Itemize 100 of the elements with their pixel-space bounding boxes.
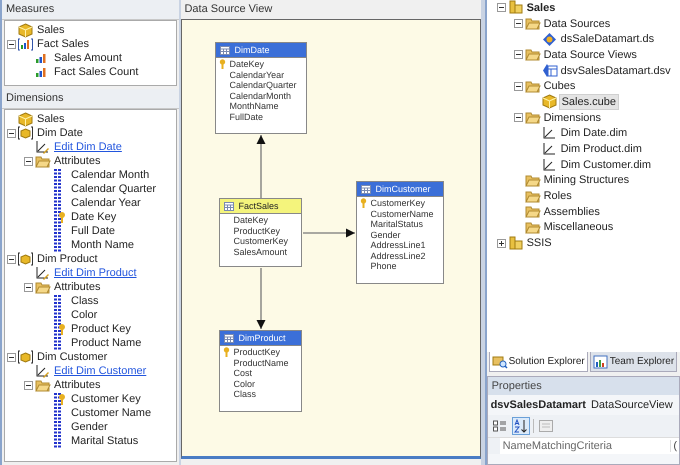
tree-item[interactable]: Full Date	[69, 224, 118, 238]
tree-item[interactable]: Data Source Views	[542, 48, 639, 62]
relationship-arrow	[256, 135, 266, 198]
tree-item[interactable]: Attributes	[52, 154, 102, 168]
column-name: SalesAmount	[233, 246, 287, 257]
table-box[interactable]: DimDate DateKey CalendarYear CalendarQuarter CalendarMonth MonthName FullDate	[215, 42, 308, 134]
table-name: DimProduct	[238, 333, 286, 343]
tree-item[interactable]: Dimensions	[542, 110, 604, 125]
tree-item[interactable]: Customer Key	[69, 392, 143, 406]
expander-icon[interactable]	[496, 238, 506, 248]
panel-tab[interactable]: Solution Explorer	[488, 352, 588, 372]
expander-icon[interactable]	[514, 19, 523, 28]
tree-item[interactable]: Data Sources	[542, 16, 612, 31]
table-box[interactable]: DimProduct ProductKey ProductName Cost Color Class	[219, 330, 302, 412]
tree-item[interactable]: dsvSalesDatamart.dsv	[558, 64, 673, 78]
table-box[interactable]: DimCustomer CustomerKey CustomerName MaritalStatus Gender AddressLine1 AddressLine2 Phone	[356, 181, 444, 284]
expander-icon[interactable]	[24, 282, 33, 292]
tree-item[interactable]: Calendar Quarter	[69, 182, 158, 196]
column-name: Gender	[370, 230, 400, 240]
alphabetical-button[interactable]	[512, 417, 530, 435]
tree-item[interactable]: Dim Customer	[35, 350, 110, 364]
chart-window-icon	[592, 354, 609, 368]
data-source-icon	[542, 32, 557, 47]
tree-item[interactable]: Customer Name	[69, 406, 154, 420]
column-name: Class	[233, 389, 256, 400]
tree-item[interactable]: Roles	[542, 189, 574, 204]
tree-item[interactable]: Attributes	[52, 280, 102, 294]
table-icon	[220, 46, 230, 54]
edit-link[interactable]: Edit Dim Customer	[52, 364, 148, 378]
tree-item[interactable]: SSIS	[524, 236, 554, 250]
expander-icon[interactable]	[7, 128, 16, 138]
object-name: dsvSalesDatamart	[490, 399, 586, 411]
tree-item[interactable]: Class	[69, 294, 101, 308]
relationship-arrow	[303, 228, 356, 238]
panel-title: Dimensions	[2, 89, 180, 109]
categorized-icon	[492, 420, 507, 432]
table-box[interactable]: FactSales DateKey ProductKey CustomerKey SalesAmount	[219, 198, 302, 267]
bar-chart-icon	[18, 38, 33, 50]
tree-item[interactable]: Miscellaneous	[542, 220, 616, 234]
tree-item[interactable]: Month Name	[69, 238, 136, 252]
expander-icon[interactable]	[7, 254, 16, 264]
column-name: CalendarMonth	[229, 90, 292, 101]
expander-icon[interactable]	[24, 156, 33, 166]
edit-link[interactable]: Edit Dim Date	[52, 140, 124, 154]
tree-item[interactable]: Mining Structures	[542, 173, 632, 188]
column-name: AddressLine1	[370, 240, 426, 250]
tree-item[interactable]: Dim Customer.dim	[558, 158, 654, 172]
expander-icon[interactable]	[514, 113, 523, 122]
object-type: DataSourceView	[590, 399, 673, 411]
tree-item[interactable]: Fact Sales	[35, 37, 91, 51]
tree-item[interactable]: dsSaleDatamart.ds	[558, 32, 656, 46]
table-name: DimDate	[234, 45, 270, 55]
table-icon	[361, 184, 372, 194]
project-icon	[508, 236, 524, 251]
tree-item[interactable]: Color	[69, 308, 100, 322]
axes-pencil-icon	[35, 140, 49, 154]
column-name: ProductName	[233, 358, 288, 368]
tree-item[interactable]: Attributes	[52, 378, 102, 392]
folder-icon	[35, 378, 51, 392]
expander-icon[interactable]	[514, 82, 523, 91]
axes-pencil-icon	[35, 266, 49, 280]
tree-item[interactable]: Product Name	[69, 336, 144, 350]
tree-item[interactable]: Sales Amount	[52, 51, 124, 65]
table-name: FactSales	[238, 201, 278, 211]
column-name: FullDate	[229, 112, 263, 122]
key-icon	[223, 347, 230, 358]
tree-item[interactable]: Assemblies	[542, 204, 602, 219]
axes-pencil-icon	[35, 364, 49, 378]
tree-item[interactable]: Dim Product	[35, 252, 100, 266]
expander-icon[interactable]	[7, 40, 16, 48]
tree-item[interactable]: Marital Status	[69, 434, 140, 448]
column-name: AddressLine2	[370, 250, 426, 261]
tree-item[interactable]: Gender	[69, 420, 110, 434]
expander-icon[interactable]	[7, 352, 16, 362]
panel-tab[interactable]: Team Explorer	[590, 352, 678, 372]
tree-item[interactable]: Fact Sales Count	[52, 65, 140, 79]
tree-item[interactable]: Sales	[524, 0, 558, 15]
property-value[interactable]: (	[670, 440, 679, 452]
tree-item[interactable]: Sales	[35, 23, 67, 37]
property-pages-icon	[538, 420, 553, 432]
expander-icon[interactable]	[496, 3, 506, 12]
column-name: ProductKey	[233, 226, 280, 236]
expander-icon[interactable]	[24, 380, 33, 390]
tree-item[interactable]: Product Key	[69, 322, 133, 336]
tree-item[interactable]: Sales	[35, 112, 67, 126]
panel-title: Measures	[2, 0, 180, 20]
tree-item[interactable]: Calendar Month	[69, 168, 152, 182]
axes-icon	[542, 126, 556, 140]
tree-item[interactable]: Date Key	[69, 210, 118, 224]
expander-icon[interactable]	[514, 50, 523, 60]
tree-item[interactable]: Dim Product.dim	[558, 142, 644, 156]
tree-item[interactable]: Calendar Year	[69, 196, 143, 210]
data-source-view-icon	[542, 63, 558, 78]
tree-item[interactable]: Dim Date.dim	[558, 126, 630, 140]
column-name: Color	[233, 378, 255, 389]
bar-chart-icon	[35, 66, 47, 78]
tree-item[interactable]: Sales.cube	[558, 94, 620, 110]
edit-link[interactable]: Edit Dim Product	[52, 266, 139, 280]
tree-item[interactable]: Dim Date	[35, 126, 85, 140]
tree-item[interactable]: Cubes	[542, 79, 578, 94]
